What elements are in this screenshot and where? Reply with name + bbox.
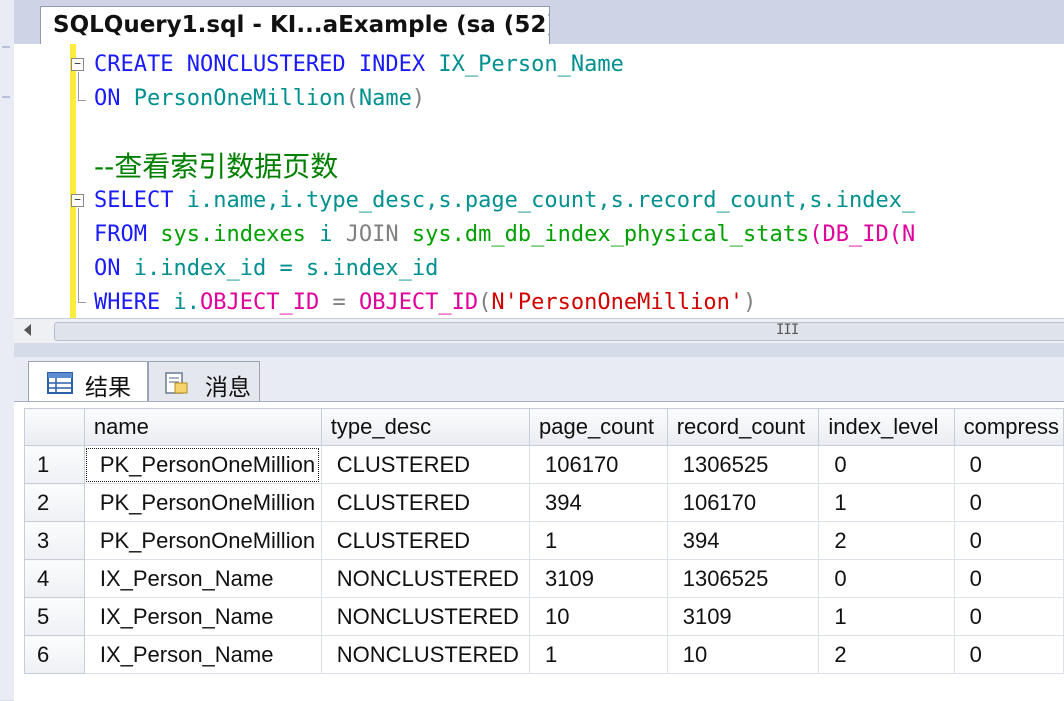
cell-record-count[interactable]: 106170 <box>666 483 820 522</box>
collapse-icon[interactable]: − <box>71 58 84 71</box>
cell-type-desc[interactable]: NONCLUSTERED <box>320 597 531 636</box>
row-number[interactable]: 2 <box>24 483 85 522</box>
arrow-left-icon[interactable] <box>24 324 31 336</box>
cell-record-count[interactable]: 3109 <box>666 597 820 636</box>
table-row: 6 IX_Person_Name NONCLUSTERED 1 10 2 0 <box>24 635 1064 674</box>
column-header[interactable]: type_desc <box>320 408 531 446</box>
cell-index-level[interactable]: 0 <box>818 445 955 484</box>
cell-compress[interactable]: 0 <box>953 559 1064 598</box>
results-tab-bar: 结果 消息 <box>14 357 1064 402</box>
tab-messages[interactable]: 消息 <box>148 361 260 401</box>
code-line-6: ON i.index_id = s.index_id <box>94 256 439 281</box>
cell-record-count[interactable]: 1306525 <box>666 559 820 598</box>
cell-index-level[interactable]: 0 <box>818 559 955 598</box>
collapse-icon[interactable]: − <box>71 194 84 207</box>
cell-name[interactable]: IX_Person_Name <box>83 559 322 598</box>
column-header[interactable]: index_level <box>818 408 955 446</box>
cell-type-desc[interactable]: NONCLUSTERED <box>320 635 531 674</box>
row-number[interactable]: 4 <box>24 559 85 598</box>
pane-splitter[interactable] <box>14 343 1064 357</box>
tab-results[interactable]: 结果 <box>28 361 148 401</box>
cell-name[interactable]: IX_Person_Name <box>83 635 322 674</box>
table-row: 3 PK_PersonOneMillion CLUSTERED 1 394 2 … <box>24 521 1064 560</box>
tab-sqlquery1[interactable]: SQLQuery1.sql - KI...aExample (sa (52))* <box>40 6 550 44</box>
column-header[interactable]: record_count <box>666 408 820 446</box>
cell-type-desc[interactable]: NONCLUSTERED <box>320 559 531 598</box>
cell-record-count[interactable]: 1306525 <box>666 445 820 484</box>
cell-compress[interactable]: 0 <box>953 635 1064 674</box>
cell-index-level[interactable]: 2 <box>818 635 955 674</box>
row-number[interactable]: 1 <box>24 445 85 484</box>
cell-index-level[interactable]: 1 <box>818 597 955 636</box>
tab-title: SQLQuery1.sql - KI...aExample (sa (52))* <box>53 12 550 38</box>
cell-index-level[interactable]: 2 <box>818 521 955 560</box>
code-comment: --查看索引数据页数 <box>94 150 339 183</box>
cell-name[interactable]: PK_PersonOneMillion <box>83 483 322 522</box>
sql-editor[interactable]: − − CREATE NONCLUSTERED INDEX IX_Person_… <box>14 44 1064 318</box>
row-number[interactable]: 3 <box>24 521 85 560</box>
header-row: name type_desc page_count record_count i… <box>24 408 1064 446</box>
cell-record-count[interactable]: 394 <box>666 521 820 560</box>
code-line-5: FROM sys.indexes i JOIN sys.dm_db_index_… <box>94 222 916 247</box>
cell-type-desc[interactable]: CLUSTERED <box>320 521 531 560</box>
cell-compress[interactable]: 0 <box>953 483 1064 522</box>
cell-page-count[interactable]: 394 <box>529 483 668 522</box>
code-line-1: CREATE NONCLUSTERED INDEX IX_Person_Name <box>94 52 624 77</box>
cell-name[interactable]: IX_Person_Name <box>83 597 322 636</box>
table-row: 4 IX_Person_Name NONCLUSTERED 3109 13065… <box>24 559 1064 598</box>
code-line-4: SELECT i.name,i.type_desc,s.page_count,s… <box>94 188 916 213</box>
cell-compress[interactable]: 0 <box>953 597 1064 636</box>
cell-page-count[interactable]: 1 <box>529 521 668 560</box>
cell-page-count[interactable]: 1 <box>529 635 668 674</box>
corner-header[interactable] <box>24 408 85 446</box>
scrollbar-thumb[interactable] <box>54 322 1064 341</box>
row-number[interactable]: 6 <box>24 635 85 674</box>
column-header[interactable]: name <box>83 408 322 446</box>
cell-record-count[interactable]: 10 <box>666 635 820 674</box>
code-line-2: ON PersonOneMillion(Name) <box>94 86 426 111</box>
cell-page-count[interactable]: 10 <box>529 597 668 636</box>
table-row: 2 PK_PersonOneMillion CLUSTERED 394 1061… <box>24 483 1064 522</box>
change-margin <box>70 44 76 318</box>
results-grid[interactable]: name type_desc page_count record_count i… <box>14 401 1064 701</box>
cell-compress[interactable]: 0 <box>953 445 1064 484</box>
cell-index-level[interactable]: 1 <box>818 483 955 522</box>
editor-horizontal-scrollbar[interactable]: III <box>14 318 1064 343</box>
cell-name[interactable]: PK_PersonOneMillion <box>83 445 322 484</box>
grid-icon <box>47 372 73 394</box>
table-row: 5 IX_Person_Name NONCLUSTERED 10 3109 1 … <box>24 597 1064 636</box>
left-frame-strip <box>0 0 15 700</box>
cell-page-count[interactable]: 3109 <box>529 559 668 598</box>
cell-type-desc[interactable]: CLUSTERED <box>320 445 531 484</box>
editor-tab-bar: SQLQuery1.sql - KI...aExample (sa (52))* <box>14 0 1064 45</box>
table-row: 1 PK_PersonOneMillion CLUSTERED 106170 1… <box>24 445 1064 484</box>
tab-results-label: 结果 <box>85 375 131 401</box>
cell-compress[interactable]: 0 <box>953 521 1064 560</box>
document-icon <box>165 372 188 394</box>
column-header[interactable]: compress <box>953 408 1064 446</box>
code-line-7: WHERE i.OBJECT_ID = OBJECT_ID(N'PersonOn… <box>94 290 757 315</box>
tab-messages-label: 消息 <box>205 375 251 401</box>
column-header[interactable]: page_count <box>529 408 668 446</box>
scrollbar-grip: III <box>776 322 799 338</box>
cell-type-desc[interactable]: CLUSTERED <box>320 483 531 522</box>
results-table: name type_desc page_count record_count i… <box>24 408 1064 674</box>
row-number[interactable]: 5 <box>24 597 85 636</box>
cell-page-count[interactable]: 106170 <box>529 445 668 484</box>
cell-name[interactable]: PK_PersonOneMillion <box>83 521 322 560</box>
